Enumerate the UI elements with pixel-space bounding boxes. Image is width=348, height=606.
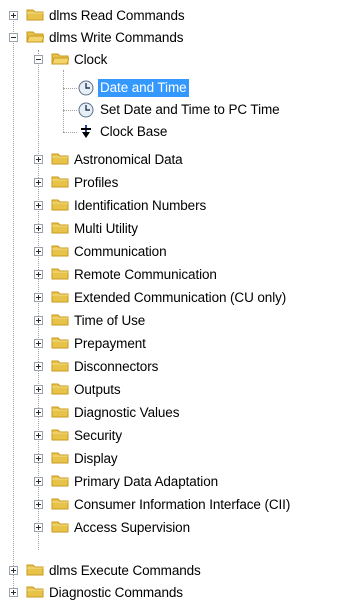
collapse-button[interactable] xyxy=(9,33,18,42)
tree-node-label[interactable]: Time of Use xyxy=(72,312,147,330)
expand-button[interactable] xyxy=(34,293,43,302)
folder-icon xyxy=(51,475,69,487)
expand-button[interactable] xyxy=(34,270,43,279)
tree-node-label[interactable]: Outputs xyxy=(72,381,123,399)
folder-icon xyxy=(51,360,69,372)
expand-button[interactable] xyxy=(34,477,43,486)
folder-icon xyxy=(51,498,69,510)
folder-icon xyxy=(51,383,69,395)
tree-node-label[interactable]: dlms Execute Commands xyxy=(47,562,203,580)
tree-node-label[interactable]: Clock Base xyxy=(98,123,169,141)
folder-icon xyxy=(51,153,69,165)
folder-icon xyxy=(51,176,69,188)
folder-icon xyxy=(26,564,44,576)
tree-node-label[interactable]: Security xyxy=(72,427,124,445)
folder-icon xyxy=(51,521,69,533)
folder-icon xyxy=(51,222,69,234)
expand-button[interactable] xyxy=(34,224,43,233)
tree-node-label[interactable]: Set Date and Time to PC Time xyxy=(98,101,282,119)
folder-icon xyxy=(51,291,69,303)
clock-icon xyxy=(78,102,94,118)
tree-node-label[interactable]: Remote Communication xyxy=(72,266,219,284)
clock-icon xyxy=(78,80,94,96)
expand-button[interactable] xyxy=(9,11,18,20)
folder-icon xyxy=(51,452,69,464)
tree-connector xyxy=(63,70,64,132)
folder-icon xyxy=(51,314,69,326)
tree-node-label[interactable]: Date and Time xyxy=(98,79,189,97)
tree-connector xyxy=(63,132,77,133)
tree-node-label[interactable]: Communication xyxy=(72,243,169,261)
folder-icon xyxy=(51,337,69,349)
expand-button[interactable] xyxy=(9,588,18,597)
expand-button[interactable] xyxy=(34,247,43,256)
expand-button[interactable] xyxy=(34,523,43,532)
tree-connector xyxy=(63,110,77,111)
expand-button[interactable] xyxy=(34,362,43,371)
tree-node-label[interactable]: Access Supervision xyxy=(72,519,192,537)
expand-button[interactable] xyxy=(34,408,43,417)
expand-button[interactable] xyxy=(34,454,43,463)
folder-icon xyxy=(26,586,44,598)
tree-node-label[interactable]: dlms Write Commands xyxy=(47,29,185,47)
tree-connector xyxy=(63,88,77,89)
tree-node-label[interactable]: Extended Communication (CU only) xyxy=(72,289,288,307)
expand-button[interactable] xyxy=(9,566,18,575)
expand-button[interactable] xyxy=(34,178,43,187)
tree-node-label[interactable]: Consumer Information Interface (CII) xyxy=(72,496,292,514)
tree-node-label[interactable]: Prepayment xyxy=(72,335,148,353)
tree-connector xyxy=(13,14,14,594)
tree-node-label[interactable]: Profiles xyxy=(72,174,120,192)
tree-node-label[interactable]: Display xyxy=(72,450,120,468)
tree-view[interactable]: dlms Read Commands dlms Write Commands C… xyxy=(0,0,348,606)
expand-button[interactable] xyxy=(34,155,43,164)
expand-button[interactable] xyxy=(34,385,43,394)
folder-icon xyxy=(26,9,44,21)
expand-button[interactable] xyxy=(34,339,43,348)
expand-button[interactable] xyxy=(34,201,43,210)
tree-node-label[interactable]: Diagnostic Commands xyxy=(47,584,185,602)
tree-node-label[interactable]: Disconnectors xyxy=(72,358,160,376)
tree-node-label[interactable]: Clock xyxy=(72,51,109,69)
folder-icon xyxy=(51,245,69,257)
folder-icon xyxy=(51,199,69,211)
folder-icon xyxy=(51,406,69,418)
tree-node-label[interactable]: Primary Data Adaptation xyxy=(72,473,220,491)
collapse-button[interactable] xyxy=(34,55,43,64)
expand-button[interactable] xyxy=(34,316,43,325)
folder-open-icon xyxy=(51,53,69,65)
arrow-down-icon xyxy=(81,125,91,138)
tree-node-label[interactable]: dlms Read Commands xyxy=(47,7,187,25)
folder-icon xyxy=(51,429,69,441)
expand-button[interactable] xyxy=(34,500,43,509)
tree-node-label[interactable]: Identification Numbers xyxy=(72,197,208,215)
folder-open-icon xyxy=(26,31,44,43)
tree-node-label[interactable]: Diagnostic Values xyxy=(72,404,181,422)
expand-button[interactable] xyxy=(34,431,43,440)
folder-icon xyxy=(51,268,69,280)
tree-node-label[interactable]: Astronomical Data xyxy=(72,151,185,169)
tree-node-label[interactable]: Multi Utility xyxy=(72,220,140,238)
